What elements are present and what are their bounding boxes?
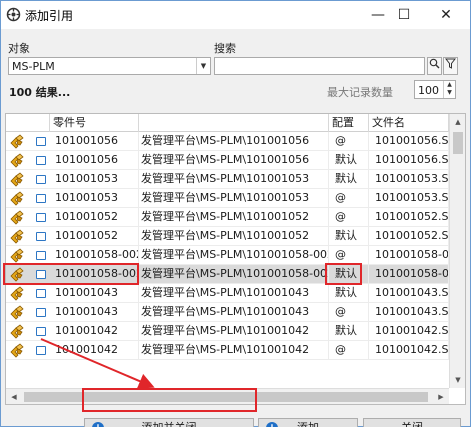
add-reference-dialog: 添加引用 — ☐ ✕ 对象 搜索 MS-PLM ▼ 100 结果... 最大记录… [0,0,471,427]
annotation-arrow-icon [40,338,155,389]
